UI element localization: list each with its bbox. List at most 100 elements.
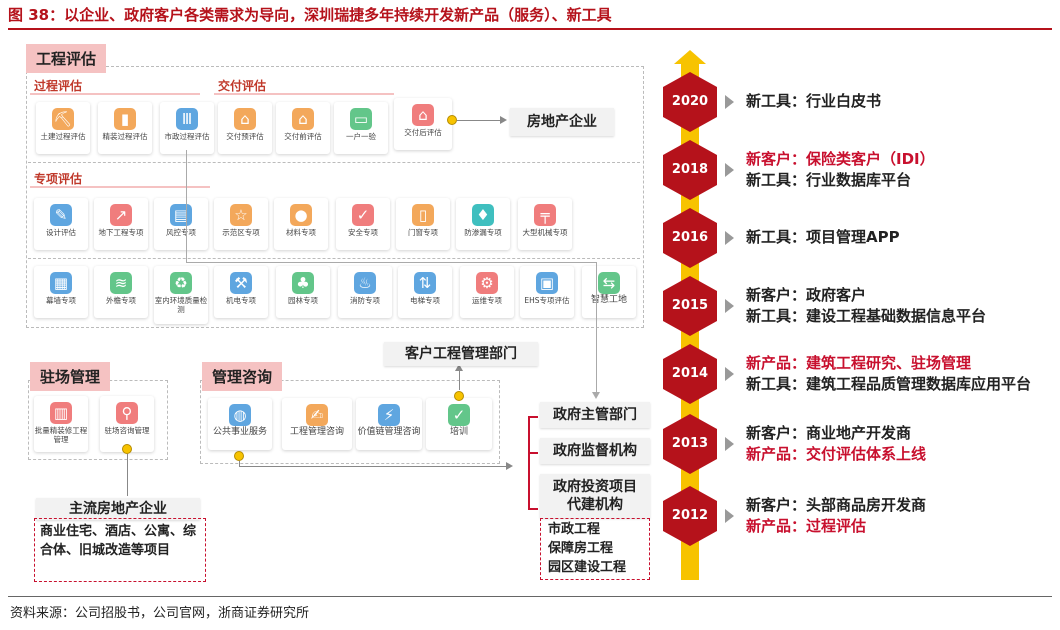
card-special-15: ♨ 消防专项 — [338, 266, 392, 318]
card-special-10: ▦ 幕墙专项 — [34, 266, 88, 318]
gov-bracket-v — [528, 416, 530, 510]
year-description: 新客户：商业地产开发商 新产品：交付评估体系上线 — [746, 423, 1046, 465]
timeline-arrow-icon — [674, 50, 706, 64]
year-arrow-icon — [725, 509, 734, 523]
consulting-header: 管理咨询 — [202, 362, 283, 391]
year-description-line: 新产品：建筑工程研究、驻场管理 — [746, 354, 972, 372]
year-description-line: 新客户：头部商品房开发商 — [746, 496, 927, 514]
target-real-estate: 房地产企业 — [510, 108, 614, 136]
bridge-icon: Ⅲ — [176, 108, 198, 130]
year-description-line: 新产品：交付评估体系上线 — [746, 445, 927, 463]
chart-up-icon: ↗ — [110, 204, 132, 226]
card-special-8: ♦ 防渗漏专项 — [456, 198, 510, 250]
gov-link-arrow — [592, 392, 600, 399]
star-icon: ☆ — [230, 204, 252, 226]
gov-project-2: 保障房工程 — [548, 541, 614, 556]
tree-icon: ♣ — [292, 272, 314, 294]
gov-link-v1 — [186, 150, 187, 262]
folder-icon: ▭ — [350, 108, 372, 130]
year-description: 新工具：行业白皮书 — [746, 91, 1046, 112]
house-icon: ⌂ — [292, 108, 314, 130]
card-special-1: ✎ 设计评估 — [34, 198, 88, 250]
building-icon: ▥ — [50, 402, 72, 424]
house-icon: ⌂ — [234, 108, 256, 130]
smart-site-icon: ⇆ — [598, 272, 620, 294]
year-arrow-icon — [725, 231, 734, 245]
special-label: 专项评估 — [34, 172, 83, 186]
card-consult-4: ✓ 培训 — [426, 398, 492, 450]
gov-box-2: 政府监督机构 — [540, 438, 650, 464]
consult-bottom-h — [239, 466, 507, 467]
consult-bottom-arrow — [506, 462, 513, 470]
card-special-5: ● 材料专项 — [274, 198, 328, 250]
layers-icon: ≋ — [110, 272, 132, 294]
gov-link-v2 — [596, 262, 597, 394]
card-special-17: ⚙ 运维专项 — [460, 266, 514, 318]
card-special-3: ▤ 风控专项 — [154, 198, 208, 250]
consult-dot-2 — [454, 391, 464, 401]
year-arrow-icon — [725, 437, 734, 451]
year-description-line: 新工具：建设工程基础数据信息平台 — [746, 307, 987, 325]
house-check-icon: ⌂ — [412, 104, 434, 126]
year-description-line: 新工具：行业数据库平台 — [746, 171, 912, 189]
card-process-3: Ⅲ 市政过程评估 — [160, 102, 214, 154]
year-description-line: 新客户：保险类客户（IDI） — [746, 150, 935, 168]
value-chain-icon: ⚡ — [378, 404, 400, 426]
fire-icon: ♨ — [354, 272, 376, 294]
onsite-dot — [122, 444, 132, 454]
gov-bracket-m — [528, 452, 538, 454]
special-underline — [30, 186, 210, 188]
year-description: 新产品：建筑工程研究、驻场管理 新工具：建筑工程品质管理数据库应用平台 — [746, 353, 1046, 395]
card-process-1: ⛏ 土建过程评估 — [36, 102, 90, 154]
process-label: 过程评估 — [34, 79, 83, 93]
year-hexagon: 2020 — [663, 72, 717, 132]
recycle-icon: ♻ — [170, 272, 192, 294]
card-special-4: ☆ 示范区专项 — [214, 198, 268, 250]
card-delivery-4: ⌂ 交付后评估 — [394, 98, 452, 150]
drill-icon: ⚒ — [230, 272, 252, 294]
water-drop-icon: ♦ — [472, 204, 494, 226]
client-dept-box: 客户工程管理部门 — [384, 342, 538, 366]
crane-icon: ╤ — [534, 204, 556, 226]
card-onsite-1: ▥ 批量精装修工程 管理 — [34, 396, 88, 452]
year-description-line: 新产品：过程评估 — [746, 517, 867, 535]
card-special-7: ▯ 门窗专项 — [396, 198, 450, 250]
year-hexagon: 2013 — [663, 414, 717, 474]
consult-dot-1 — [234, 451, 244, 461]
gov-box-1: 政府主管部门 — [540, 402, 650, 428]
year-description-line: 新客户：政府客户 — [746, 286, 867, 304]
year-description: 新工具：项目管理APP — [746, 227, 1046, 248]
delivery-underline — [214, 93, 394, 95]
elevator-icon: ⇅ — [414, 272, 436, 294]
card-delivery-3: ▭ 一户一验 — [334, 102, 388, 154]
card-special-6: ✓ 安全专项 — [336, 198, 390, 250]
search-person-icon: ⚲ — [116, 402, 138, 424]
gov-link-h — [186, 262, 596, 263]
arrow-head — [500, 116, 507, 124]
year-description: 新客户：保险类客户（IDI） 新工具：行业数据库平台 — [746, 149, 1046, 191]
onsite-link — [127, 454, 128, 496]
gov-project-1: 市政工程 — [548, 522, 601, 537]
card-process-2: ▮ 精装过程评估 — [98, 102, 152, 154]
excavator-icon: ⛏ — [52, 108, 74, 130]
globe-icon: ◍ — [229, 404, 251, 426]
card-delivery-2: ⌂ 交付前评估 — [276, 102, 330, 154]
figure-title: 图 38：以企业、政府客户各类需求为导向，深圳瑞捷多年持续开发新产品（服务）、新… — [8, 6, 612, 24]
gear-icon: ⚙ — [476, 272, 498, 294]
onsite-target: 主流房地产企业 — [36, 498, 200, 520]
process-underline — [30, 93, 200, 95]
year-arrow-icon — [725, 95, 734, 109]
year-arrow-icon — [725, 299, 734, 313]
gov-project-3: 园区建设工程 — [548, 560, 627, 575]
materials-icon: ● — [290, 204, 312, 226]
paint-roller-icon: ▮ — [114, 108, 136, 130]
card-consult-1: ◍ 公共事业服务 — [208, 398, 272, 450]
year-hexagon: 2015 — [663, 276, 717, 336]
card-special-13: ⚒ 机电专项 — [214, 266, 268, 318]
card-delivery-1: ⌂ 交付预评估 — [218, 102, 272, 154]
year-arrow-icon — [725, 163, 734, 177]
gov-box-3: 政府投资项目代建机构 — [540, 474, 650, 518]
year-description-line: 新工具：行业白皮书 — [746, 92, 882, 110]
card-special-14: ♣ 园林专项 — [276, 266, 330, 318]
consult-up-link — [459, 370, 460, 390]
